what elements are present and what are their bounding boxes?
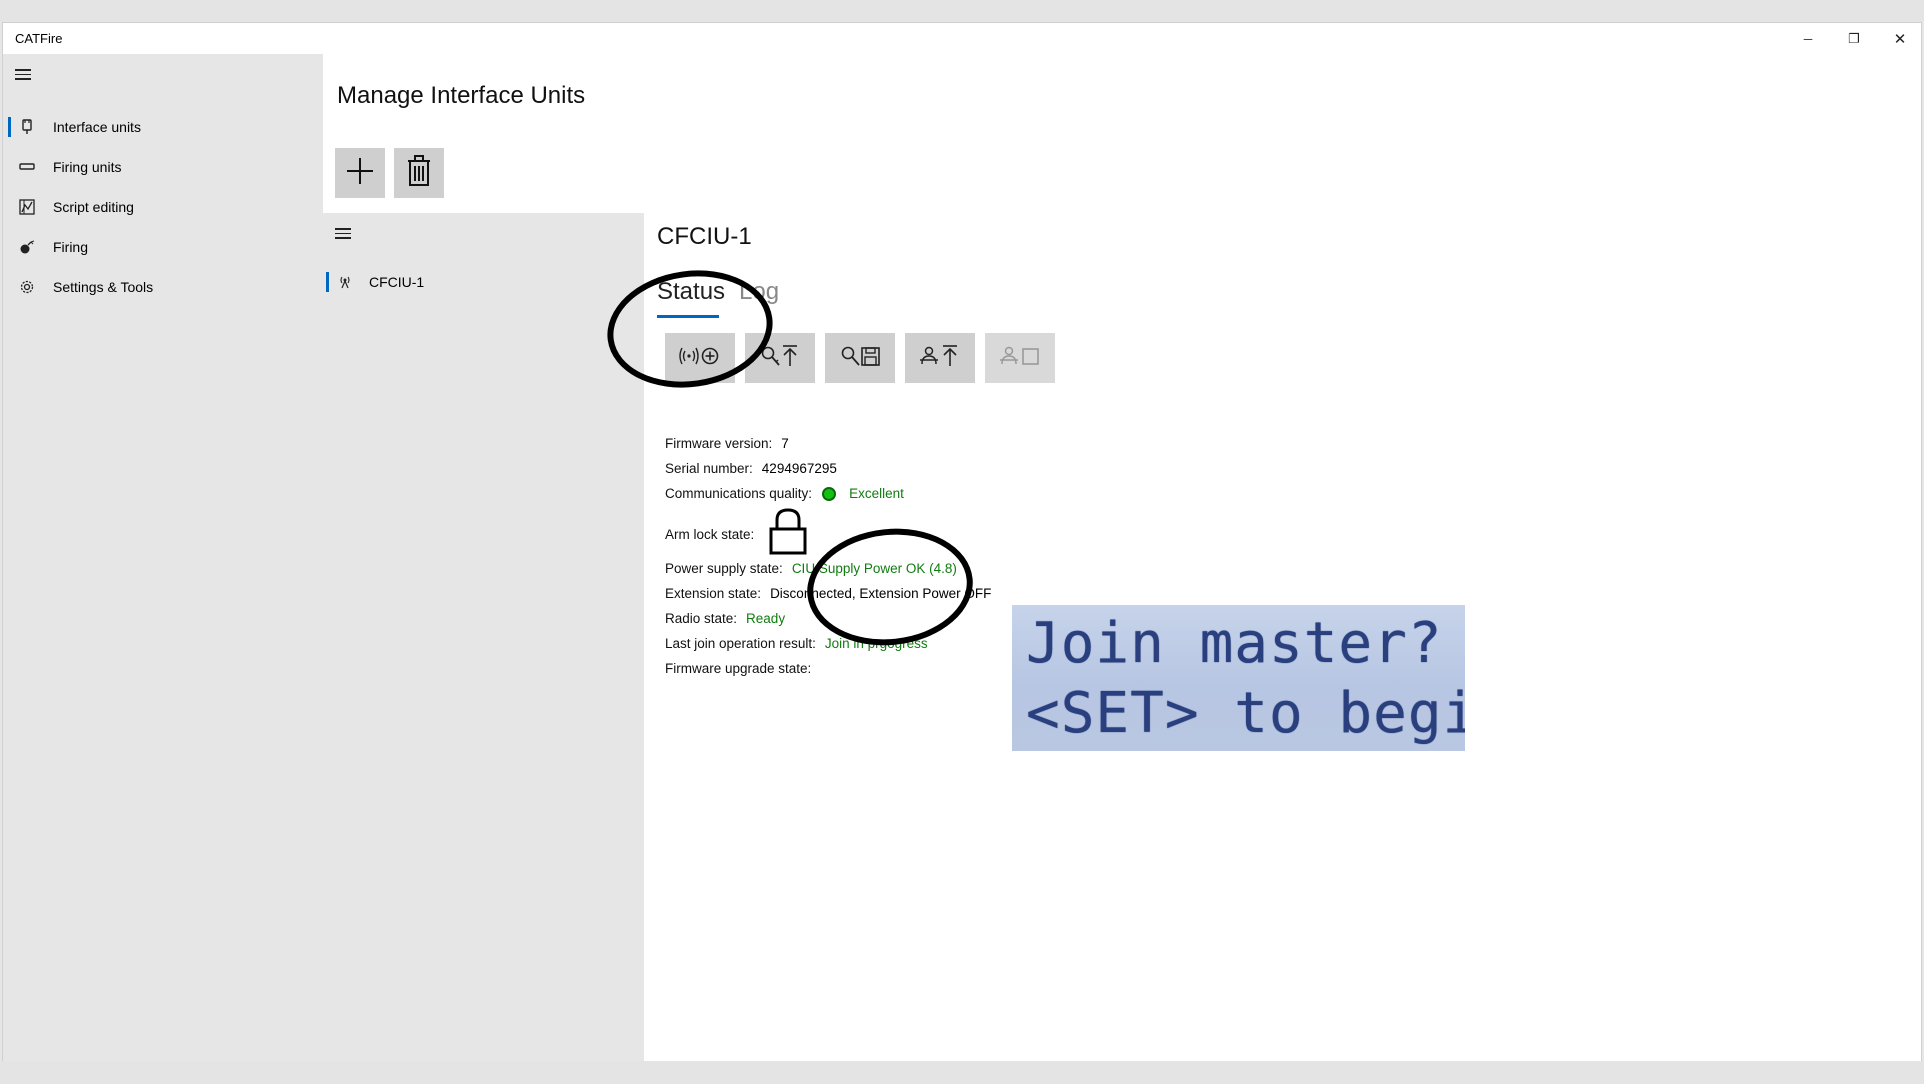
restore-button[interactable]: ❐ xyxy=(1831,23,1877,54)
delete-icon xyxy=(407,154,431,192)
status-dot-icon xyxy=(822,486,837,501)
power-supply-label: Power supply state: xyxy=(665,561,783,576)
close-button[interactable]: ✕ xyxy=(1877,23,1921,54)
unit-list-label: CFCIU-1 xyxy=(369,274,425,290)
serial-number-label: Serial number: xyxy=(665,461,753,476)
join-result-row: Last join operation result: Join in prgo… xyxy=(665,636,928,651)
extension-state-row: Extension state: Disconnected, Extension… xyxy=(665,586,991,601)
join-radio-button[interactable] xyxy=(665,333,735,383)
radio-state-value: Ready xyxy=(746,611,786,626)
key-upload-button[interactable] xyxy=(745,333,815,383)
tab-status-underline xyxy=(657,315,719,318)
serial-number-row: Serial number: 4294967295 xyxy=(665,461,837,476)
gear-icon xyxy=(17,277,37,297)
title-bar: CATFire ─ ❐ ✕ xyxy=(3,23,1921,54)
unit-stop-button[interactable] xyxy=(985,333,1055,383)
firmware-version-value: 7 xyxy=(781,436,789,451)
serial-number-value: 4294967295 xyxy=(761,461,837,476)
sidebar-item-script-editing[interactable]: Script editing xyxy=(3,187,323,227)
unit-list-item[interactable]: CFCIU-1 xyxy=(323,262,644,302)
minimize-button[interactable]: ─ xyxy=(1785,23,1831,54)
sidebar-menu-icon[interactable] xyxy=(15,66,35,80)
firmware-version-row: Firmware version: 7 xyxy=(665,436,789,451)
key-save-button[interactable] xyxy=(825,333,895,383)
extension-state-value: Disconnected, Extension Power OFF xyxy=(770,586,992,601)
power-supply-row: Power supply state: CIU Supply Power OK … xyxy=(665,561,957,576)
add-icon xyxy=(345,156,375,191)
sidebar-item-firing-units[interactable]: Firing units xyxy=(3,147,323,187)
firing-icon xyxy=(17,237,37,257)
radio-state-row: Radio state: Ready xyxy=(665,611,785,626)
list-menu-icon[interactable] xyxy=(335,225,355,239)
interface-unit-icon xyxy=(17,117,37,137)
page-title: Manage Interface Units xyxy=(337,82,586,109)
add-unit-button[interactable] xyxy=(335,148,385,198)
unit-list-pane: CFCIU-1 xyxy=(323,213,644,1081)
firmware-version-label: Firmware version: xyxy=(665,436,773,451)
selected-indicator xyxy=(8,117,11,137)
arm-lock-label: Arm lock state: xyxy=(665,527,755,542)
antenna-icon xyxy=(335,272,355,292)
sidebar-item-settings-tools[interactable]: Settings & Tools xyxy=(3,267,323,307)
firmware-upload-icon xyxy=(919,344,961,373)
sidebar-item-label: Settings & Tools xyxy=(53,279,154,295)
app-title: CATFire xyxy=(15,31,63,46)
lcd-line-1: Join master? xyxy=(1026,611,1443,676)
delete-unit-button[interactable] xyxy=(394,148,444,198)
sidebar-item-label: Firing units xyxy=(53,159,122,175)
minimize-icon: ─ xyxy=(1803,31,1813,46)
unit-stop-icon xyxy=(999,344,1041,373)
comms-quality-row: Communications quality: Excellent xyxy=(665,486,904,501)
lock-icon xyxy=(768,507,808,558)
tab-log[interactable]: Log xyxy=(739,278,779,306)
sidebar-item-firing[interactable]: Firing xyxy=(3,227,323,267)
firing-unit-icon xyxy=(17,157,37,177)
comms-quality-value: Excellent xyxy=(849,486,904,501)
extension-state-label: Extension state: xyxy=(665,586,762,601)
sidebar-item-interface-units[interactable]: Interface units xyxy=(3,107,323,147)
join-radio-icon xyxy=(679,345,721,372)
lcd-display-image: Join master? <SET> to begin xyxy=(1012,605,1465,751)
tab-status[interactable]: Status xyxy=(657,278,725,306)
firmware-upgrade-row: Firmware upgrade state: xyxy=(665,661,811,676)
key-save-icon xyxy=(839,344,881,373)
lcd-line-2: <SET> to begin xyxy=(1026,681,1465,746)
main-content: Manage Interface Units CFCIU-1 CFCIU-1 S… xyxy=(323,54,1921,1081)
sidebar-item-label: Script editing xyxy=(53,199,134,215)
unit-title: CFCIU-1 xyxy=(657,223,752,250)
join-result-label: Last join operation result: xyxy=(665,636,816,651)
screen-bottom-strip xyxy=(0,1061,1924,1084)
radio-state-label: Radio state: xyxy=(665,611,738,626)
sidebar-item-label: Firing xyxy=(53,239,89,255)
firmware-upload-button[interactable] xyxy=(905,333,975,383)
key-upload-icon xyxy=(759,344,801,373)
screen-top-strip xyxy=(0,0,1924,22)
comms-quality-label: Communications quality: xyxy=(665,486,813,501)
app-window: CATFire ─ ❐ ✕ Interface units Firing uni… xyxy=(2,22,1922,1082)
sidebar-item-label: Interface units xyxy=(53,119,141,135)
join-result-value: Join in prgogress xyxy=(824,636,928,651)
firmware-upgrade-label: Firmware upgrade state: xyxy=(665,661,812,676)
arm-lock-row: Arm lock state: xyxy=(665,508,808,558)
close-icon: ✕ xyxy=(1893,30,1907,48)
sidebar: Interface units Firing units Script edit… xyxy=(3,54,323,1081)
restore-icon: ❐ xyxy=(1848,30,1860,46)
script-editing-icon xyxy=(17,197,37,217)
power-supply-value: CIU Supply Power OK (4.8) xyxy=(791,561,957,576)
selected-indicator xyxy=(326,272,329,292)
